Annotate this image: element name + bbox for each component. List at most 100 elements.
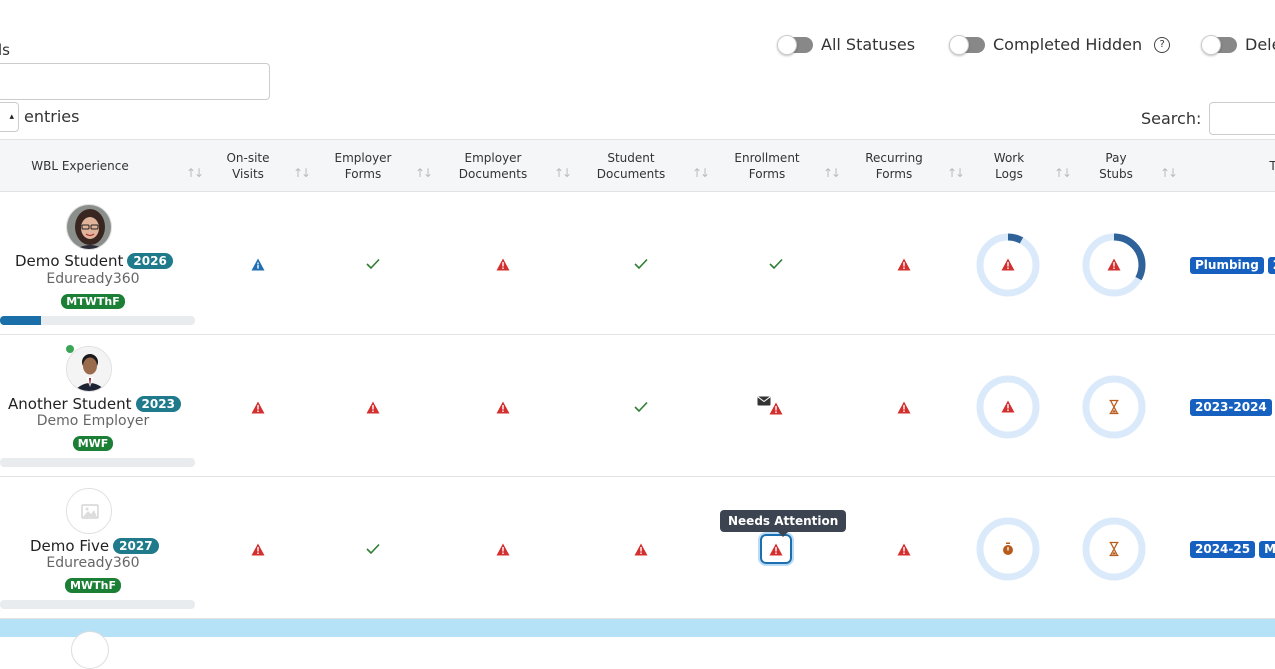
column-header-enrollment-forms[interactable]: Enrollment Forms	[722, 140, 812, 191]
toggle-label: Dele	[1245, 35, 1275, 54]
sort-icon[interactable]: ↑↓	[554, 166, 572, 180]
warning-icon	[1001, 258, 1015, 271]
hourglass-icon	[1109, 541, 1119, 557]
stopwatch-icon	[1003, 542, 1013, 555]
table-header: WBL Experience ↑↓ On-site Visits ↑↓ Emplo…	[0, 139, 1275, 192]
check-icon[interactable]	[631, 397, 651, 417]
avatar-placeholder[interactable]	[66, 488, 112, 534]
sort-icon[interactable]: ↑↓	[1054, 166, 1072, 180]
hourglass-icon	[1109, 399, 1119, 415]
year-badge: 2023	[135, 396, 181, 412]
sort-icon[interactable]: ↑↓	[823, 166, 841, 180]
year-badge: 2027	[113, 538, 159, 554]
work-logs-donut[interactable]	[976, 517, 1040, 585]
sort-icon[interactable]: ↑↓	[692, 166, 710, 180]
tag-list: Plumbing 2	[1190, 257, 1275, 274]
toggle-switch[interactable]	[777, 34, 813, 55]
toggle-switch[interactable]	[949, 34, 985, 55]
warning-icon[interactable]	[493, 539, 513, 559]
warning-icon[interactable]	[894, 254, 914, 274]
tag-badge: Plumbing	[1190, 257, 1264, 274]
tag-badge: 2023-2024	[1190, 399, 1272, 416]
entries-label: entries	[24, 107, 80, 126]
employer-name: Demo Employer	[36, 413, 150, 429]
filter-label: ls	[0, 41, 10, 59]
filter-select[interactable]	[0, 63, 270, 100]
help-icon[interactable]: ?	[1154, 36, 1171, 53]
pay-stubs-donut[interactable]	[1082, 375, 1146, 443]
pay-stubs-donut[interactable]	[1082, 233, 1146, 301]
student-name[interactable]: Another Student 2023	[8, 395, 181, 413]
progress-fill	[0, 316, 41, 325]
check-icon[interactable]	[363, 539, 383, 559]
column-header-employer-forms[interactable]: Employer Forms	[320, 140, 406, 191]
pay-stubs-donut[interactable]	[1082, 517, 1146, 585]
search-label: Search:	[1141, 109, 1202, 128]
column-header-employer-documents[interactable]: Employer Documents	[448, 140, 538, 191]
column-header-student-documents[interactable]: Student Documents	[586, 140, 676, 191]
warning-icon[interactable]	[766, 398, 786, 418]
student-name[interactable]: Demo Student 2026	[15, 252, 173, 270]
sort-icon[interactable]: ↑↓	[415, 166, 433, 180]
warning-icon[interactable]	[894, 539, 914, 559]
warning-icon[interactable]	[631, 539, 651, 559]
onsite-visits-info-icon[interactable]	[248, 254, 268, 274]
warning-icon[interactable]	[363, 397, 383, 417]
column-header-recurring-forms[interactable]: Recurring Forms	[852, 140, 936, 191]
table-row-highlighted[interactable]	[0, 619, 1275, 669]
toggle-all-statuses[interactable]: All Statuses	[777, 34, 916, 55]
toggle-label: All Statuses	[821, 35, 916, 54]
schedule-days-badge: MWThF	[65, 578, 121, 593]
warning-icon[interactable]	[248, 539, 268, 559]
entries-length-select[interactable]: ▴	[0, 102, 19, 132]
sort-icon[interactable]: ↑↓	[186, 166, 204, 180]
tag-badge: 2	[1267, 257, 1275, 274]
toggle-deleted[interactable]: Dele	[1201, 34, 1275, 55]
check-icon[interactable]	[766, 254, 786, 274]
table-row[interactable]: Another Student 2023 Demo Employer MWF 2…	[0, 335, 1275, 477]
student-name[interactable]: Demo Five 2027	[30, 537, 159, 555]
tag-list: 2024-25 Mo	[1190, 541, 1275, 558]
table-row[interactable]: Demo Student 2026 Eduready360 MTWThF Plu…	[0, 192, 1275, 335]
sort-icon[interactable]: ↑↓	[1160, 166, 1178, 180]
warning-icon	[1001, 400, 1015, 413]
column-header-work-logs[interactable]: Work Logs	[982, 140, 1036, 191]
warning-icon[interactable]	[493, 254, 513, 274]
avatar[interactable]	[66, 204, 112, 250]
work-logs-donut[interactable]	[976, 233, 1040, 301]
progress-bar	[0, 316, 195, 325]
tooltip: Needs Attention	[720, 510, 847, 537]
schedule-days-badge: MTWThF	[61, 294, 125, 309]
sort-icon[interactable]: ↑↓	[947, 166, 965, 180]
progress-bar	[0, 458, 195, 467]
work-logs-donut[interactable]	[976, 375, 1040, 443]
column-header-onsite-visits[interactable]: On-site Visits	[210, 140, 286, 191]
online-indicator	[66, 345, 74, 353]
column-header-wbl-experience[interactable]: WBL Experience	[0, 140, 160, 191]
tag-badge: Mo	[1259, 541, 1275, 558]
avatar[interactable]	[66, 346, 112, 392]
check-icon[interactable]	[363, 254, 383, 274]
column-header-tags[interactable]: T	[1268, 140, 1275, 191]
warning-icon	[1107, 258, 1121, 271]
schedule-days-badge: MWF	[72, 436, 114, 451]
toggle-completed-hidden[interactable]: Completed Hidden ?	[949, 34, 1171, 55]
year-badge: 2026	[127, 253, 173, 269]
warning-icon[interactable]	[493, 397, 513, 417]
sort-updown-icon: ▴	[9, 112, 14, 122]
sort-icon[interactable]: ↑↓	[293, 166, 311, 180]
warning-icon[interactable]	[248, 397, 268, 417]
tag-badge: 2024-25	[1190, 541, 1256, 558]
tag-list: 2023-2024	[1190, 399, 1272, 416]
progress-bar	[0, 600, 195, 609]
check-icon[interactable]	[631, 254, 651, 274]
toggle-switch[interactable]	[1201, 34, 1237, 55]
search-input[interactable]	[1209, 102, 1275, 135]
enrollment-forms-focused-button[interactable]	[760, 534, 792, 564]
warning-icon[interactable]	[894, 397, 914, 417]
employer-name: Eduready360	[46, 555, 140, 571]
column-header-pay-stubs[interactable]: Pay Stubs	[1090, 140, 1142, 191]
toggle-label: Completed Hidden	[993, 35, 1143, 54]
table-row[interactable]: Demo Five 2027 Eduready360 MWThF 2024-25…	[0, 477, 1275, 619]
employer-name: Eduready360	[46, 271, 140, 287]
